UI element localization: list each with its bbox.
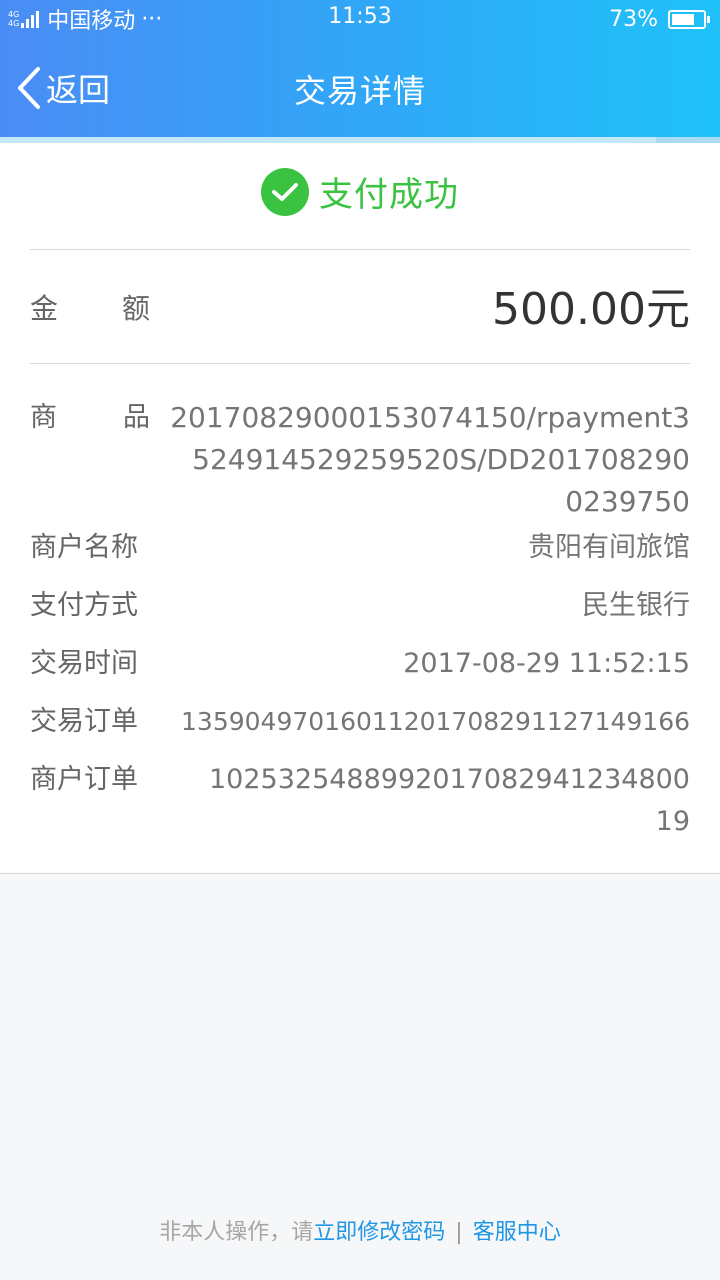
amount-value: 500.00元 [492, 284, 690, 335]
trade-order-label: 交易订单 [30, 706, 138, 737]
status-text: 支付成功 [319, 175, 459, 215]
merchant-order-label: 商户订单 [30, 764, 138, 795]
footer-separator: | [455, 1220, 463, 1245]
trade-order-value: 13590497016011201708291127149166 [181, 707, 690, 736]
amount-label: 金 额 [30, 287, 150, 327]
product-row: 商 品 20170829000153074150/rpayment3 52491… [30, 397, 690, 527]
divider [30, 249, 690, 250]
merchant-order-value-line: 19 [655, 806, 690, 837]
product-value-line: 524914529259520S/DD201708290 [192, 443, 690, 476]
product-value-line: 20170829000153074150/rpayment3 [170, 401, 690, 434]
payment-status: 支付成功 [0, 167, 720, 216]
page-title: 交易详情 [293, 72, 426, 110]
check-icon [261, 167, 309, 216]
amount-label-char-1: 金 [30, 292, 59, 325]
merchant-order-value-line: 10253254889920170829412348​00 [209, 764, 690, 795]
header: 4G 4G 中国移动 ··· 11:53 73% 返回 交易详情 [0, 0, 720, 137]
transaction-card: 支付成功 金 额 500.00元 商 品 2017082900015307415… [0, 143, 720, 874]
product-label-char-1: 商 [30, 402, 57, 433]
change-password-link[interactable]: 立即修改密码 [313, 1220, 445, 1245]
amount-label-char-2: 额 [121, 292, 150, 325]
footer-notice: 非本人操作，请 [159, 1220, 314, 1245]
status-right: 73% [609, 4, 710, 34]
merchant-name-value: 贵阳有间旅馆 [528, 532, 690, 563]
merchant-name-label: 商户名称 [30, 532, 138, 563]
payment-method-label: 支付方式 [30, 590, 138, 621]
product-label-char-2: 品 [123, 402, 150, 433]
battery-icon [668, 9, 710, 29]
product-label: 商 品 [30, 397, 150, 439]
footer: 非本人操作，请立即修改密码 | 客服中心 [0, 1214, 720, 1246]
payment-method-value: 民生银行 [582, 590, 690, 621]
trade-time-label: 交易时间 [30, 648, 138, 679]
product-value: 20170829000153074150/rpayment3 524914529… [170, 397, 690, 523]
customer-service-link[interactable]: 客服中心 [473, 1220, 561, 1245]
trade-time-value: 2017-08-29 11:52:15 [403, 648, 690, 679]
merchant-order-value: 10253254889920170829412348​00 19 [209, 759, 690, 843]
battery-percent: 73% [609, 6, 658, 32]
product-value-line: 0239750 [565, 485, 690, 518]
status-bar: 4G 4G 中国移动 ··· 11:53 73% [0, 0, 720, 38]
divider [30, 363, 690, 364]
